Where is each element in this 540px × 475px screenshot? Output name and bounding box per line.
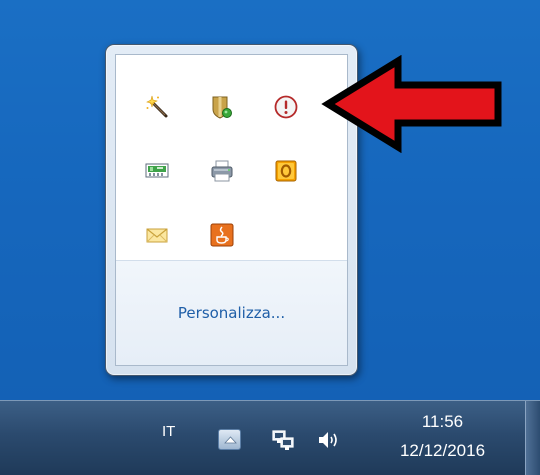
- tray-icon-grid: [116, 55, 347, 272]
- printer-icon[interactable]: [210, 159, 234, 183]
- network-card-icon[interactable]: [145, 159, 169, 183]
- show-desktop-button[interactable]: [525, 401, 540, 475]
- flyout-panel: Personalizza...: [115, 54, 348, 366]
- network-icon[interactable]: [271, 428, 295, 452]
- language-indicator[interactable]: IT: [162, 423, 175, 440]
- volume-icon[interactable]: [317, 429, 343, 451]
- mail-envelope-icon[interactable]: [145, 223, 169, 247]
- shield-update-icon[interactable]: [210, 95, 234, 119]
- magic-wand-icon[interactable]: [145, 95, 169, 119]
- java-icon[interactable]: [210, 223, 234, 247]
- clock-date: 12/12/2016: [399, 441, 486, 460]
- customize-link[interactable]: Personalizza...: [116, 304, 347, 322]
- flyout-footer: Personalizza...: [116, 260, 347, 365]
- show-hidden-icons-button[interactable]: [218, 429, 241, 450]
- chevron-up-icon: [224, 436, 237, 444]
- taskbar: IT 11:56 12/12/2016: [0, 400, 540, 475]
- outlook-icon[interactable]: [274, 159, 298, 183]
- taskbar-clock[interactable]: 11:56 12/12/2016: [375, 411, 510, 465]
- red-arrow-annotation: [321, 55, 502, 153]
- warning-circle-icon[interactable]: [274, 95, 298, 119]
- clock-time: 11:56: [421, 412, 464, 431]
